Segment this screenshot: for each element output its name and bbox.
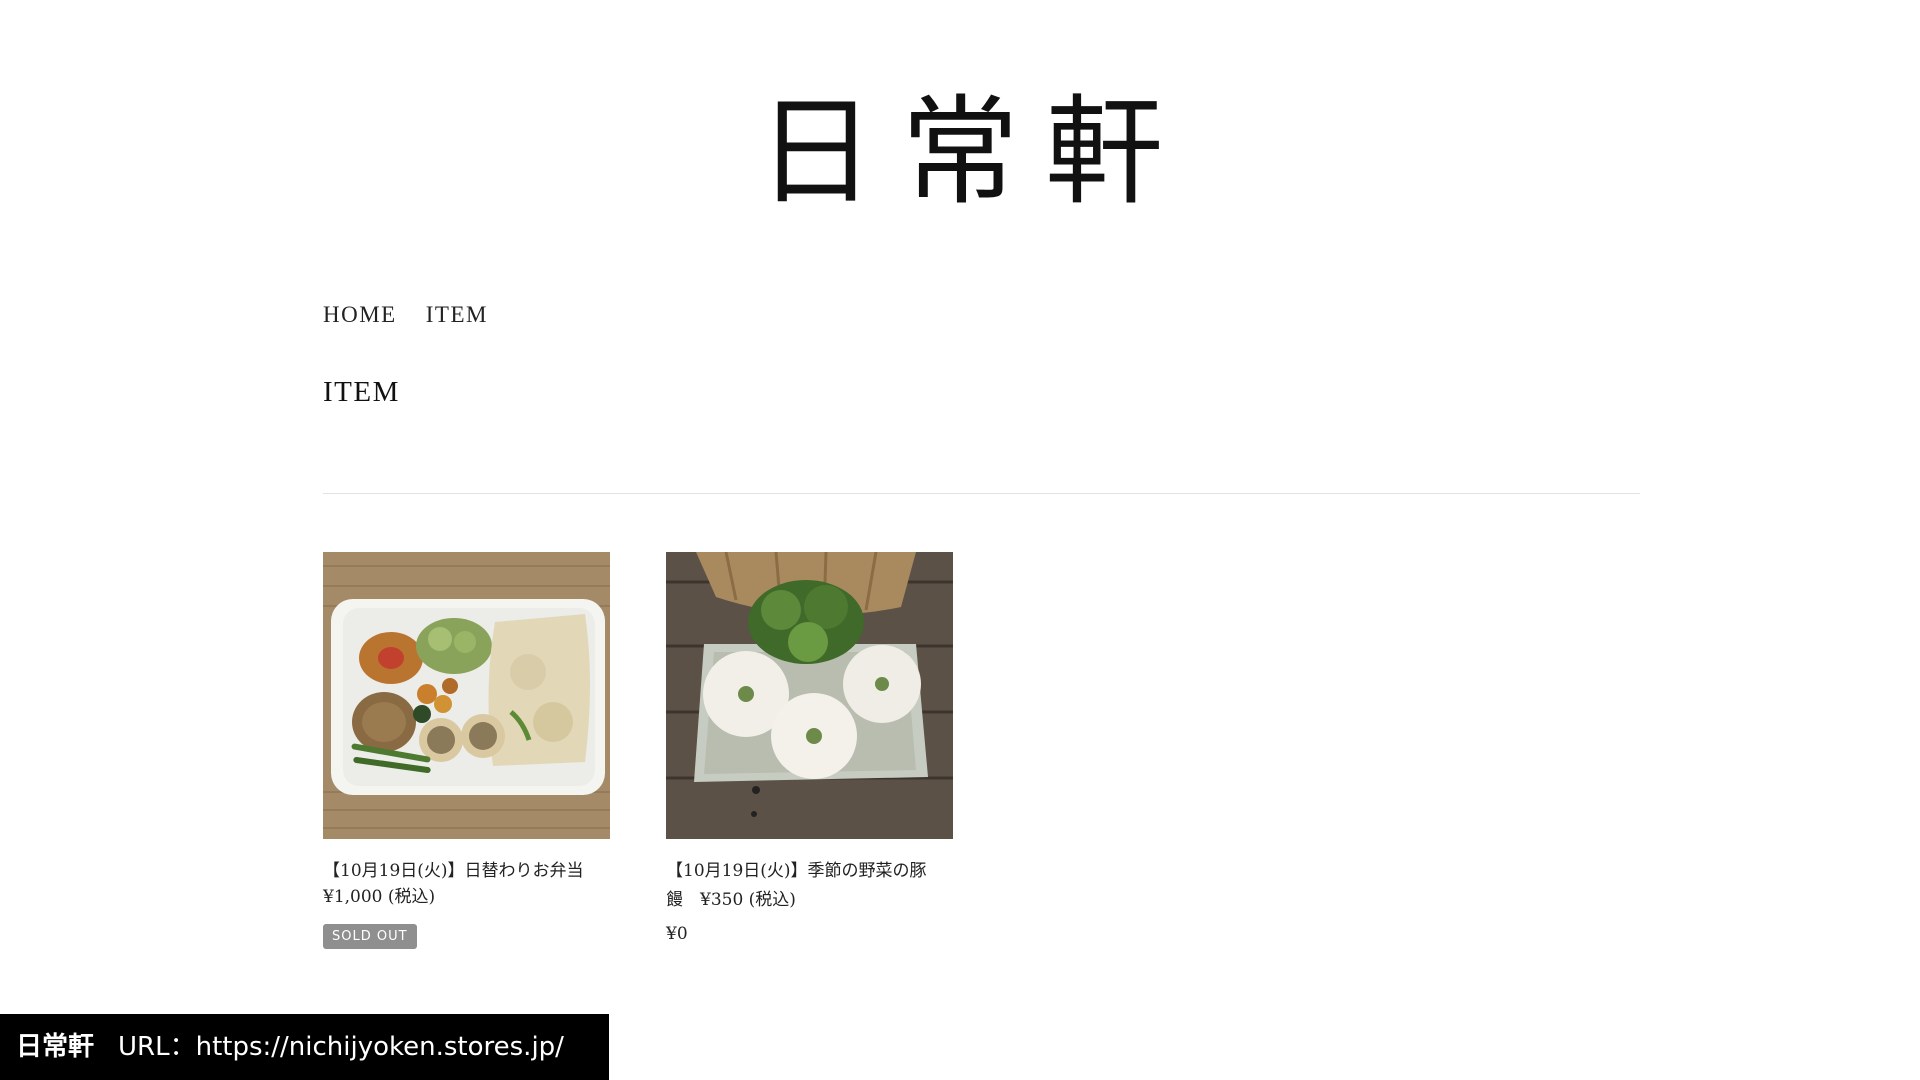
caption-url: URL：https://nichijyoken.stores.jp/ (118, 1032, 564, 1062)
steamed-buns-photo[interactable] (666, 552, 953, 839)
breadcrumb-item-link[interactable]: ITEM (426, 302, 488, 328)
product-name-text-line2: 饅 (666, 890, 683, 910)
product-card[interactable]: 【10月19日(火)】日替わりお弁当 ¥1,000 (税込) SOLD OUT (323, 552, 610, 949)
bento-box-photo[interactable] (323, 552, 610, 839)
page: 日常軒 HOME ITEM ITEM 【10月19日(火)】日替わりお弁当 ¥1… (0, 0, 1920, 1080)
sold-out-badge: SOLD OUT (323, 924, 417, 949)
product-name[interactable]: 【10月19日(火)】日替わりお弁当 (323, 857, 610, 886)
divider (323, 493, 1640, 494)
product-card[interactable]: 【10月19日(火)】季節の野菜の豚饅 ¥350 (税込) ¥0 (666, 552, 953, 947)
product-name[interactable]: 【10月19日(火)】季節の野菜の豚饅 ¥350 (税込) (666, 857, 953, 915)
caption-bar: 日常軒 URL：https://nichijyoken.stores.jp/ (0, 1014, 609, 1080)
site-logo[interactable]: 日常軒 (0, 82, 1920, 222)
breadcrumb-home-link[interactable]: HOME (323, 302, 397, 328)
product-name-text: 【10月19日(火)】季節の野菜の豚 (666, 861, 927, 881)
page-title: ITEM (323, 376, 400, 408)
caption-brand: 日常軒 (16, 1032, 95, 1062)
breadcrumb: HOME ITEM (323, 302, 488, 328)
product-price: ¥1,000 (税込) (323, 887, 436, 907)
product-name-price: ¥350 (税込) (700, 890, 796, 910)
product-price: ¥0 (666, 924, 688, 944)
